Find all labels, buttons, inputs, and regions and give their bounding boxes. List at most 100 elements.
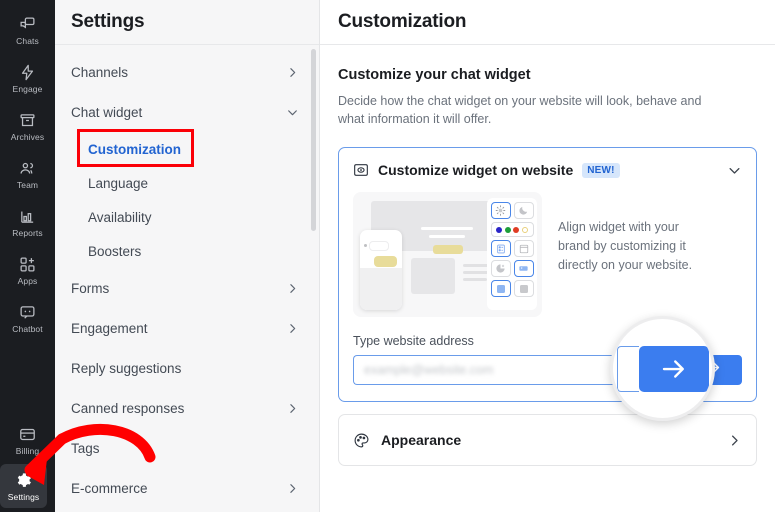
illustration-content-block bbox=[411, 258, 455, 294]
website-address-section: Type website address bbox=[353, 316, 742, 421]
phone-footer bbox=[360, 268, 402, 310]
settings-menu: Channels Chat widget Customization Langu… bbox=[55, 45, 319, 512]
nav-item-settings[interactable]: Settings bbox=[0, 464, 47, 508]
widget-customization-illustration bbox=[353, 192, 542, 317]
chevron-right-icon bbox=[286, 66, 299, 79]
settings-item-label: Reply suggestions bbox=[71, 360, 182, 376]
nav-label: Chatbot bbox=[12, 323, 43, 334]
nav-item-reports[interactable]: Reports bbox=[0, 198, 55, 246]
light-mode-option bbox=[490, 202, 511, 219]
nav-item-billing[interactable]: Billing bbox=[0, 416, 55, 464]
settings-item-channels[interactable]: Channels bbox=[55, 52, 319, 92]
new-badge: NEW! bbox=[582, 162, 620, 178]
illustration-line bbox=[421, 227, 473, 230]
layout-option-row-1 bbox=[490, 240, 534, 257]
rail-bottom-group: Billing Settings bbox=[0, 416, 55, 512]
rail-top-group: Chats Engage Archives Team Reports Apps … bbox=[0, 0, 55, 342]
panel-layout-option bbox=[513, 240, 534, 257]
chevron-right-icon bbox=[286, 402, 299, 415]
section-title: Customize your chat widget bbox=[338, 67, 531, 83]
main-body: Customize your chat widget Decide how th… bbox=[320, 45, 775, 512]
magnified-submit-button bbox=[638, 345, 709, 392]
nav-label: Apps bbox=[17, 275, 38, 286]
settings-panel: Settings Channels Chat widget Customizat… bbox=[55, 0, 320, 512]
chevron-down-icon[interactable] bbox=[727, 163, 742, 178]
settings-item-label: Language bbox=[88, 175, 149, 191]
swatch-blue bbox=[496, 226, 503, 233]
settings-subitem-customization[interactable]: Customization bbox=[55, 132, 319, 166]
engage-bolt-icon bbox=[19, 63, 36, 82]
position-left-option bbox=[490, 280, 511, 297]
customize-widget-card-body: Align widget with your brand by customiz… bbox=[353, 192, 742, 317]
chevron-down-icon bbox=[286, 106, 299, 119]
settings-item-label: Channels bbox=[71, 64, 129, 80]
widget-preview-icon bbox=[353, 162, 369, 178]
magnifier-lens bbox=[610, 316, 715, 421]
nav-label: Reports bbox=[12, 227, 43, 238]
banner-shape-option bbox=[513, 260, 534, 277]
swatch-red bbox=[513, 226, 520, 233]
appearance-label: Appearance bbox=[381, 432, 462, 448]
settings-item-tags[interactable]: Tags bbox=[55, 428, 319, 468]
nav-item-chatbot[interactable]: Chatbot bbox=[0, 294, 55, 342]
settings-item-reply-suggestions[interactable]: Reply suggestions bbox=[55, 348, 319, 388]
phone-avatar-dot bbox=[364, 244, 367, 247]
settings-item-forms[interactable]: Forms bbox=[55, 268, 319, 308]
settings-subitem-language[interactable]: Language bbox=[55, 166, 319, 200]
settings-subitem-boosters[interactable]: Boosters bbox=[55, 234, 319, 268]
nav-item-chats[interactable]: Chats bbox=[0, 6, 55, 54]
main-header: Customization bbox=[320, 0, 775, 45]
phone-reply-bubble bbox=[374, 256, 397, 267]
settings-item-label: Customization bbox=[88, 141, 181, 157]
settings-item-label: Boosters bbox=[88, 243, 142, 259]
illustration-phone-mockup bbox=[360, 230, 402, 310]
settings-subitem-availability[interactable]: Availability bbox=[55, 200, 319, 234]
settings-item-label: Chat widget bbox=[71, 104, 143, 120]
settings-item-label: E-commerce bbox=[71, 480, 148, 496]
settings-scrollbar[interactable] bbox=[311, 49, 316, 231]
theme-mode-row bbox=[490, 202, 534, 219]
settings-item-label: Availability bbox=[88, 209, 152, 225]
settings-title: Settings bbox=[71, 11, 145, 32]
customize-widget-card: Customize widget on website NEW! Align w… bbox=[338, 147, 757, 421]
layout-option-row-2 bbox=[490, 260, 534, 277]
nav-item-apps[interactable]: Apps bbox=[0, 246, 55, 294]
archives-box-icon bbox=[19, 111, 36, 130]
position-left-glyph bbox=[496, 284, 505, 293]
chevron-right-icon bbox=[286, 482, 299, 495]
dark-mode-option bbox=[513, 202, 534, 219]
illustration-text-line bbox=[463, 278, 487, 281]
card-description: Align widget with your brand by customiz… bbox=[558, 220, 693, 272]
page-title: Customization bbox=[338, 11, 467, 32]
nav-item-engage[interactable]: Engage bbox=[0, 54, 55, 102]
palette-icon bbox=[353, 432, 370, 449]
app-root: Chats Engage Archives Team Reports Apps … bbox=[0, 0, 775, 512]
appearance-row[interactable]: Appearance bbox=[338, 414, 757, 466]
magnified-input-edge bbox=[616, 345, 639, 392]
settings-item-chat-widget[interactable]: Chat widget bbox=[55, 92, 319, 132]
settings-item-canned-responses[interactable]: Canned responses bbox=[55, 388, 319, 428]
chats-icon bbox=[19, 15, 36, 34]
section-description: Decide how the chat widget on your websi… bbox=[338, 94, 702, 126]
chevron-right-icon[interactable] bbox=[727, 433, 742, 448]
chevron-right-icon bbox=[286, 322, 299, 335]
position-option-row bbox=[490, 280, 534, 297]
nav-label: Archives bbox=[10, 131, 45, 142]
chatbot-bubble-icon bbox=[19, 303, 36, 322]
customize-widget-card-header[interactable]: Customize widget on website NEW! bbox=[353, 148, 742, 192]
settings-item-label: Tags bbox=[71, 440, 100, 456]
swatch-yellow bbox=[521, 226, 528, 233]
nav-label: Engage bbox=[12, 83, 43, 94]
illustration-options-toolbar bbox=[487, 198, 537, 310]
primary-nav-rail: Chats Engage Archives Team Reports Apps … bbox=[0, 0, 55, 512]
nav-item-team[interactable]: Team bbox=[0, 150, 55, 198]
apps-grid-plus-icon bbox=[19, 255, 36, 274]
position-right-glyph bbox=[519, 284, 528, 293]
settings-item-ecommerce[interactable]: E-commerce bbox=[55, 468, 319, 508]
settings-item-engagement[interactable]: Engagement bbox=[55, 308, 319, 348]
nav-label: Settings bbox=[7, 491, 40, 502]
card-title: Customize widget on website bbox=[378, 162, 574, 178]
chevron-right-icon bbox=[286, 282, 299, 295]
nav-item-archives[interactable]: Archives bbox=[0, 102, 55, 150]
billing-card-icon bbox=[19, 425, 36, 444]
